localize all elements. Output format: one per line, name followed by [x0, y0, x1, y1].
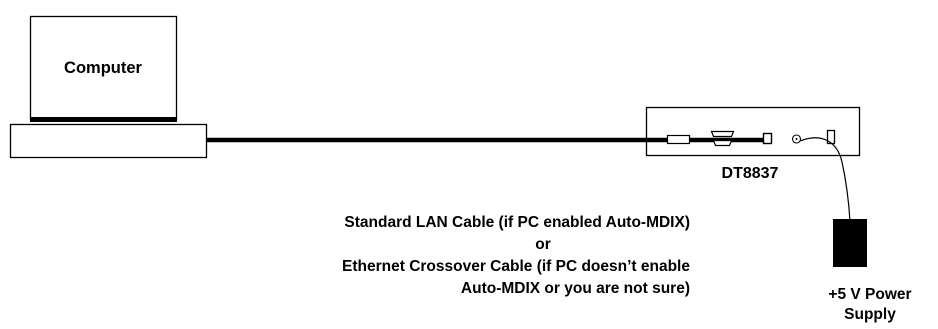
computer-label: Computer — [64, 59, 142, 77]
power-supply-label-line-1: +5 V Power — [828, 286, 912, 303]
computer-monitor-base-bar — [30, 117, 177, 122]
power-supply-brick — [833, 219, 867, 267]
cable-caption-line-1: Standard LAN Cable (if PC enabled Auto-M… — [344, 214, 690, 231]
device-label: DT8837 — [721, 165, 779, 182]
computer-base — [9, 123, 208, 159]
cable-caption-line-3: Ethernet Crossover Cable (if PC doesn’t … — [342, 258, 690, 275]
power-jack-icon — [791, 134, 802, 144]
dsub-connector-1-icon — [666, 134, 691, 145]
cable-caption-or: or — [535, 236, 551, 253]
power-supply-label-line-2: Supply — [844, 306, 896, 323]
cable-caption-line-4: Auto-MDIX or you are not sure) — [460, 280, 690, 297]
cable-caption: Standard LAN Cable (if PC enabled Auto-M… — [150, 212, 690, 300]
power-supply-label: +5 V Power Supply — [800, 285, 938, 325]
ethernet-port-icon — [762, 132, 773, 145]
